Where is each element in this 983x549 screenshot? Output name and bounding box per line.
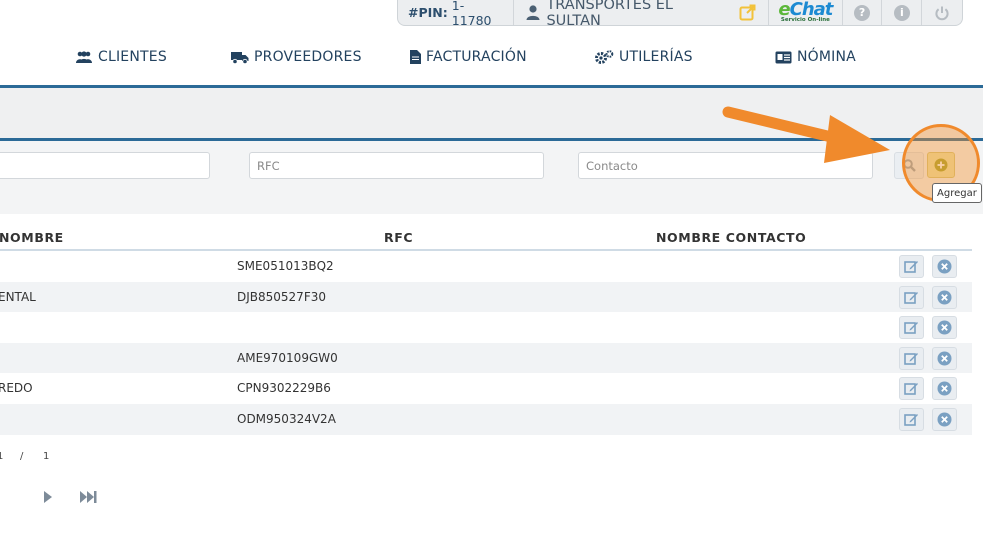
nav-item-utilerias[interactable]: UTILERÍAS (595, 49, 693, 65)
echat-logo-subtitle: Servicio On-line (780, 17, 830, 24)
column-header-rfc[interactable]: RFC (384, 230, 413, 245)
app-page: #PIN: 1-11780 TRANSPORTES EL SULTAN eCha… (0, 0, 983, 549)
id-card-icon (775, 51, 792, 63)
delete-button[interactable] (932, 346, 957, 370)
pager-next-button[interactable] (43, 490, 53, 504)
pager-prev-button[interactable] (0, 490, 2, 506)
nav-item-nomina[interactable]: NÓMINA (775, 49, 856, 65)
pager-current: 1 (0, 451, 4, 462)
power-icon (935, 6, 949, 20)
cogs-icon (595, 50, 614, 64)
edit-icon (904, 383, 918, 396)
logout-button[interactable] (922, 0, 962, 25)
nav-label-proveedores: PROVEEDORES (254, 49, 362, 65)
delete-button[interactable] (932, 377, 957, 401)
cell-rfc: CPN9302229B6 (237, 381, 331, 396)
close-circle-icon (937, 259, 952, 274)
nav-label-nomina: NÓMINA (797, 49, 856, 65)
delete-button[interactable] (932, 285, 957, 309)
company-name: TRANSPORTES EL SULTAN (546, 0, 674, 29)
close-circle-icon (937, 290, 952, 305)
table-row: ODM950324V2A (0, 403, 972, 435)
rfc-filter-field[interactable] (257, 158, 543, 173)
edit-icon (904, 261, 918, 273)
prev-page-icon (0, 490, 2, 506)
column-header-name[interactable]: NOMBRE (0, 230, 64, 245)
close-circle-icon (937, 351, 952, 366)
table-header: NOMBRE RFC NOMBRE CONTACTO (0, 222, 972, 251)
edit-icon (904, 291, 918, 304)
pointer-arrow-icon (722, 106, 890, 163)
add-tooltip: Agregar (932, 183, 982, 203)
cell-name: ENTAL (0, 289, 36, 304)
cell-rfc: DJB850527F30 (237, 289, 326, 304)
table-row: ENTAL DJB850527F30 (0, 281, 972, 313)
nav-item-clientes[interactable]: CLIENTES (75, 49, 167, 65)
file-icon (410, 50, 421, 64)
pager-last-button[interactable] (79, 490, 97, 504)
last-page-icon (80, 491, 97, 503)
rfc-filter-input[interactable] (249, 152, 544, 179)
edit-button[interactable] (899, 346, 924, 370)
cell-rfc: ODM950324V2A (237, 411, 336, 426)
table-row: SME051013BQ2 (0, 251, 972, 282)
table-row: REDO CPN9302229B6 (0, 373, 972, 404)
pin-display: #PIN: 1-11780 (398, 0, 515, 28)
top-bar: #PIN: 1-11780 TRANSPORTES EL SULTAN eCha… (397, 0, 963, 29)
main-nav: CLIENTES PROVEEDORES FACTURACIÓN UTILERÍ… (0, 26, 983, 85)
cell-rfc: SME051013BQ2 (237, 259, 334, 273)
edit-icon (904, 322, 918, 334)
nav-label-facturacion: FACTURACIÓN (426, 49, 527, 65)
next-page-icon (44, 491, 52, 503)
name-filter-input[interactable] (0, 152, 210, 179)
help-icon: ? (854, 4, 871, 21)
user-icon (526, 5, 540, 20)
cell-name: REDO (0, 381, 33, 396)
nav-label-utilerias: UTILERÍAS (619, 49, 693, 65)
company-display[interactable]: TRANSPORTES EL SULTAN (514, 0, 770, 29)
pager-total: 1 (43, 451, 50, 462)
edit-icon (904, 413, 918, 426)
pager-separator: / (20, 451, 24, 462)
pin-value: 1-11780 (451, 0, 492, 28)
pin-label: #PIN: (408, 5, 448, 20)
help-button[interactable]: ? (843, 0, 883, 25)
table-body: SME051013BQ2 ENTAL DJB850527F30 AME970109GW… (0, 251, 972, 435)
close-circle-icon (937, 381, 952, 396)
echat-logo[interactable]: eChat Servicio On-line (769, 0, 843, 25)
providers-table: NOMBRE RFC NOMBRE CONTACTO SME051013BQ2 E… (0, 222, 972, 435)
table-row: AME970109GW0 (0, 342, 972, 374)
close-circle-icon (937, 320, 952, 335)
column-header-contact[interactable]: NOMBRE CONTACTO (656, 230, 806, 245)
cell-rfc: AME970109GW0 (237, 350, 338, 365)
nav-label-clientes: CLIENTES (98, 49, 167, 65)
nav-item-facturacion[interactable]: FACTURACIÓN (410, 49, 527, 65)
info-icon: i (893, 4, 910, 21)
delete-button[interactable] (932, 255, 957, 278)
edit-button[interactable] (899, 316, 924, 340)
edit-button[interactable] (899, 407, 924, 431)
external-link-icon[interactable] (739, 4, 756, 21)
delete-button[interactable] (932, 407, 957, 431)
truck-icon (231, 51, 249, 64)
table-row (0, 312, 972, 343)
edit-button[interactable] (899, 377, 924, 401)
name-filter-field[interactable] (4, 158, 209, 173)
users-icon (76, 50, 92, 63)
close-circle-icon (937, 412, 952, 427)
nav-item-proveedores[interactable]: PROVEEDORES (231, 49, 362, 65)
info-button[interactable]: i (882, 0, 923, 25)
edit-icon (904, 352, 918, 365)
edit-button[interactable] (899, 285, 924, 309)
delete-button[interactable] (932, 316, 957, 340)
edit-button[interactable] (899, 255, 924, 278)
